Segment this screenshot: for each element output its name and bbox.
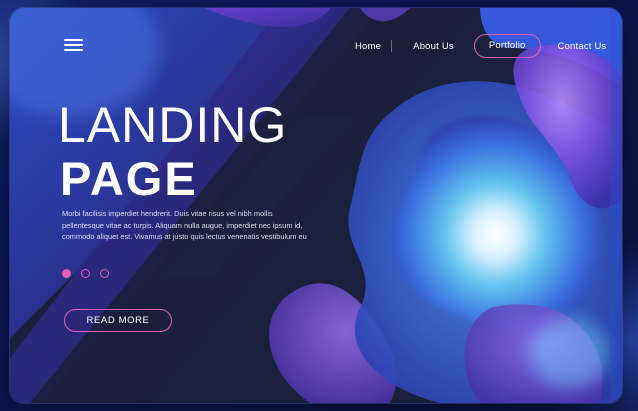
hero-description: Morbi facilisis imperdiet hendrerit. Dui… — [62, 208, 347, 243]
slider-dot-1[interactable] — [62, 269, 71, 278]
slider-dot-3[interactable] — [100, 269, 109, 278]
slider-dot-2[interactable] — [81, 269, 90, 278]
read-more-button[interactable]: READ MORE — [64, 309, 172, 332]
hero-description-line: pellentesque vitae ac turpis. Aliquam nu… — [62, 220, 303, 230]
nav-home[interactable]: Home — [355, 41, 381, 52]
landing-card: Home About Us Portfolio Contact Us LANDI… — [10, 8, 622, 403]
nav-contact-us[interactable]: Contact Us — [558, 41, 607, 52]
hero-title-line-2: PAGE — [60, 152, 198, 205]
hero-title-line-1: LANDING — [58, 97, 288, 153]
nav-divider — [391, 40, 393, 52]
page-content: Home About Us Portfolio Contact Us LANDI… — [10, 8, 622, 403]
hero-description-line: commodo aliquet est. Vivamus at justo qu… — [62, 232, 307, 241]
hero-description-line: Morbi facilisis imperdiet hendrerit. Dui… — [62, 209, 273, 218]
hamburger-menu-icon[interactable] — [64, 39, 83, 51]
nav-about-us[interactable]: About Us — [413, 41, 454, 52]
slider-dots — [62, 269, 109, 278]
nav-portfolio[interactable]: Portfolio — [473, 34, 541, 58]
top-nav: Home About Us Portfolio Contact Us — [340, 34, 607, 58]
